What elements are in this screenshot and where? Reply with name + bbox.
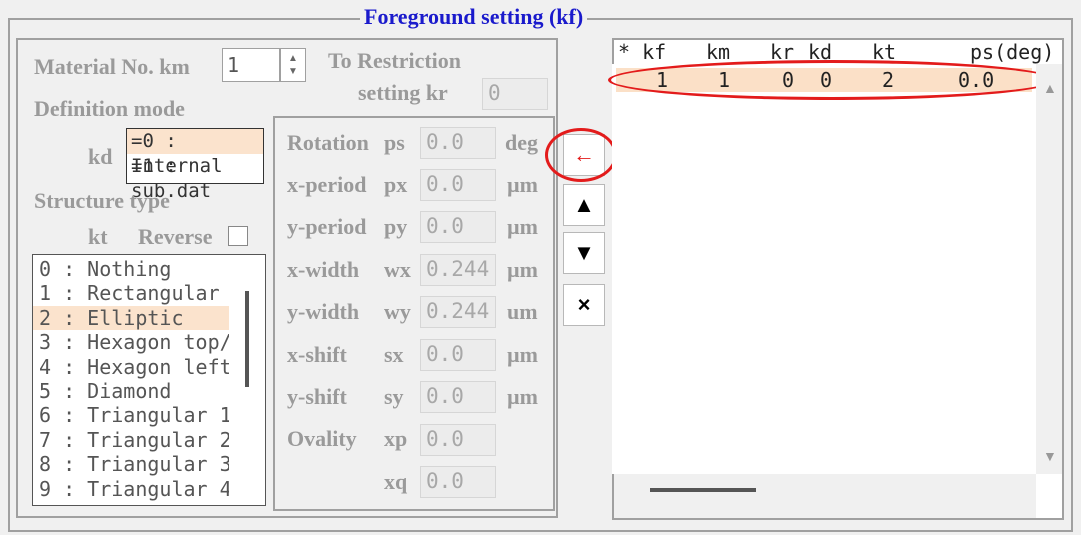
x-period-input[interactable]: 0.0 xyxy=(420,169,496,201)
horizontal-scrollbar[interactable] xyxy=(614,474,1036,518)
structure-list-scrollbar[interactable] xyxy=(245,291,249,387)
move-down-button[interactable]: ▼ xyxy=(563,232,605,274)
structure-type-list[interactable]: 0 : Nothing 1 : Rectangular 2 : Elliptic… xyxy=(32,254,266,506)
kd-option-internal[interactable]: =0 : Internal xyxy=(127,129,263,177)
ovality-xp-input[interactable]: 0.0 xyxy=(420,424,496,456)
list-item[interactable]: 1 : Rectangular xyxy=(33,281,229,305)
list-item[interactable]: 6 : Triangular 1st- xyxy=(33,403,229,427)
param-symbol: sy xyxy=(384,384,404,409)
list-item[interactable]: 7 : Triangular 2nd- xyxy=(33,428,229,452)
material-label: Material No. km xyxy=(34,54,190,79)
param-symbol: xq xyxy=(384,469,408,494)
param-name: y-period xyxy=(287,214,367,239)
param-symbol: xp xyxy=(384,426,408,451)
rotation-input[interactable]: 0.0 xyxy=(420,127,496,159)
kt-label: kt xyxy=(88,224,108,249)
reverse-checkbox[interactable] xyxy=(228,226,248,246)
param-unit: um xyxy=(507,299,538,324)
param-symbol: sx xyxy=(384,342,404,367)
param-symbol: wy xyxy=(384,299,411,324)
list-item[interactable]: 3 : Hexagon top/b xyxy=(33,330,229,354)
param-unit: µm xyxy=(507,172,539,197)
param-name: Ovality xyxy=(287,426,357,451)
list-item[interactable]: 5 : Diamond xyxy=(33,379,229,403)
x-width-input[interactable]: 0.244 xyxy=(420,254,496,286)
annotation-circle-row xyxy=(608,60,1056,100)
kd-label: kd xyxy=(88,144,113,169)
param-unit: µm xyxy=(507,342,539,367)
vertical-scrollbar[interactable] xyxy=(1036,64,1062,474)
restriction-label: To Restriction xyxy=(328,48,462,73)
param-symbol: py xyxy=(384,214,408,239)
horizontal-scroll-thumb[interactable] xyxy=(650,488,756,492)
y-width-input[interactable]: 0.244 xyxy=(420,296,496,328)
km-spin-button[interactable]: ▲ ▼ xyxy=(280,48,306,82)
param-unit: deg xyxy=(505,130,538,155)
kr-input[interactable]: 0 xyxy=(482,78,548,110)
list-item[interactable]: 0 : Nothing xyxy=(33,257,229,281)
move-up-button[interactable]: ▲ xyxy=(563,184,605,226)
km-input[interactable]: 1 xyxy=(222,48,280,82)
x-shift-input[interactable]: 0.0 xyxy=(420,339,496,371)
ovality-xq-input[interactable]: 0.0 xyxy=(420,466,496,498)
param-name: y-shift xyxy=(287,384,347,409)
param-unit: µm xyxy=(507,257,539,282)
reverse-label: Reverse xyxy=(138,224,213,249)
list-item[interactable]: 8 : Triangular 3rd- xyxy=(33,452,229,476)
param-unit: µm xyxy=(507,384,539,409)
header-ps: ps(deg) xyxy=(970,40,1055,64)
y-shift-input[interactable]: 0.0 xyxy=(420,381,496,413)
kd-list[interactable]: =0 : Internal =1 : sub.dat xyxy=(126,128,264,202)
scroll-up-icon[interactable]: ▲ xyxy=(1043,80,1057,96)
list-item-selected[interactable]: 2 : Elliptic xyxy=(33,305,229,331)
list-item[interactable]: 4 : Hexagon left/ri xyxy=(33,355,229,379)
list-body[interactable] xyxy=(612,64,1034,474)
structure-type-label: Structure type xyxy=(34,188,170,213)
y-period-input[interactable]: 0.0 xyxy=(420,211,496,243)
header-kf: * kf xyxy=(618,40,667,64)
header-km: km xyxy=(706,40,731,64)
group-title: Foreground setting (kf) xyxy=(360,4,588,32)
param-symbol: wx xyxy=(384,257,411,282)
param-name: x-shift xyxy=(287,342,347,367)
param-name: x-width xyxy=(287,257,360,282)
param-symbol: px xyxy=(384,172,408,197)
list-item[interactable]: 9 : Triangular 4th- xyxy=(33,477,229,501)
param-unit: µm xyxy=(507,214,539,239)
param-name: x-period xyxy=(287,172,367,197)
delete-button[interactable]: × xyxy=(563,284,605,326)
param-name: Rotation xyxy=(287,130,369,155)
param-name: y-width xyxy=(287,299,360,324)
annotation-circle-button xyxy=(545,128,617,182)
restriction-setting-label: setting kr xyxy=(358,80,448,105)
definition-mode-label: Definition mode xyxy=(34,96,185,121)
scroll-down-icon[interactable]: ▼ xyxy=(1043,448,1057,464)
param-symbol: ps xyxy=(384,130,405,155)
